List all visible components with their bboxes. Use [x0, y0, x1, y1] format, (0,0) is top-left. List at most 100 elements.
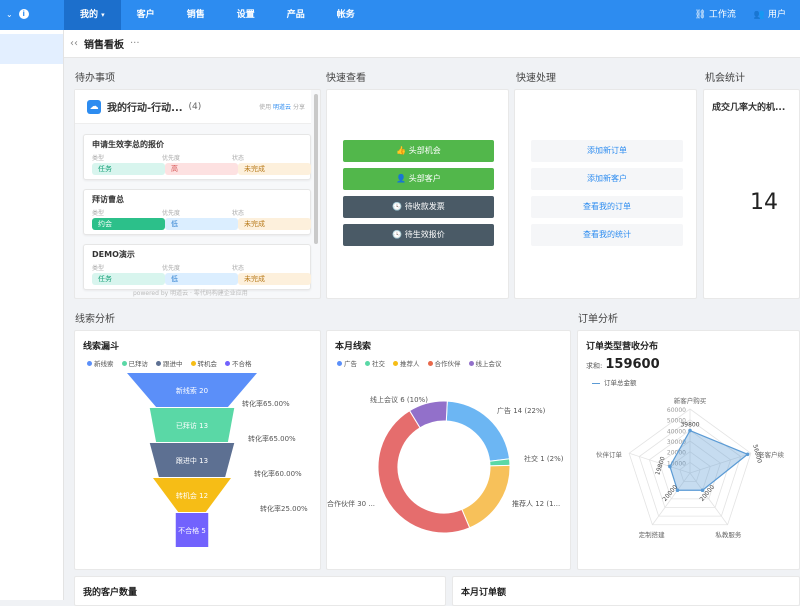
donut-slice-label: 社交 1 (2%)	[524, 454, 564, 463]
section-title-quick-handle: 快速处理	[516, 73, 556, 84]
monthly-orders-card: 本月订单额	[452, 576, 800, 606]
legend-line-icon	[592, 382, 600, 384]
conversion-rate-label: 转化率25.00%	[260, 504, 308, 513]
radar-point[interactable]	[668, 464, 672, 469]
opportunity-value: 14	[750, 190, 778, 215]
add-order-button[interactable]: 添加新订单	[531, 140, 683, 162]
conversion-rate-label: 转化率65.00%	[242, 399, 290, 408]
page-title: 销售看板	[84, 40, 124, 51]
type-tag: 任务	[92, 163, 165, 175]
section-title-orders: 订单分析	[578, 314, 618, 325]
donut-slice-label: 合作伙伴 30 ...	[327, 499, 375, 508]
funnel-chart: 新线索 20 已拜访 13 跟进中 13 转机会 12 不合格 5 转化率65.00% 转化…	[127, 373, 308, 547]
workflow-link[interactable]: ⛓ 工作流	[695, 0, 736, 30]
pending-invoices-button[interactable]: 🕓 待收款发票	[343, 196, 494, 218]
nav-item-products[interactable]: 产品	[271, 0, 321, 30]
task-title: DEMO演示	[92, 250, 135, 259]
radar-tick-label: 60000	[667, 407, 686, 414]
users-link[interactable]: 👥 用户	[754, 0, 786, 30]
legend-item[interactable]: 合作伙伴	[427, 358, 461, 368]
task-card[interactable]: 申请生效李总的报价 类型 优先度 状态 任务 高 未完成	[83, 134, 311, 180]
todo-powered: 使用 明道云 分享	[259, 104, 305, 111]
opportunity-title: 成交几率大的机...	[712, 103, 786, 113]
status-tag: 未完成	[238, 218, 311, 230]
funnel-stage-label: 不合格 5	[178, 526, 206, 535]
sidebar	[0, 30, 64, 600]
radar-tick-label: 40000	[667, 428, 686, 435]
chart-legend: 广告 社交 推荐人 合作伙伴 线上会议	[337, 358, 502, 368]
chevron-down-icon: ▾	[101, 11, 105, 19]
main-nav: 我的 ▾ 客户 销售 设置 产品 帐务	[64, 0, 371, 30]
section-title-opportunity: 机会统计	[705, 73, 745, 84]
todo-count: (4)	[188, 101, 202, 112]
cloud-icon: ☁	[87, 99, 101, 114]
priority-tag: 高	[165, 163, 238, 175]
donut-slice[interactable]	[461, 464, 511, 529]
task-card[interactable]: DEMO演示 类型 优先度 状态 任务 低 未完成	[83, 244, 311, 290]
thumbs-up-icon: 👍	[396, 146, 407, 155]
more-icon[interactable]: ···	[130, 38, 140, 49]
funnel-stage-label: 跟进中 13	[176, 456, 208, 465]
radar-point[interactable]	[745, 452, 750, 457]
status-tag: 未完成	[238, 273, 311, 285]
legend-item[interactable]: 线上会议	[468, 358, 502, 368]
clock-icon: 🕓	[392, 230, 403, 239]
todo-view-title[interactable]: 我的行动-行动...	[107, 99, 183, 114]
legend-item[interactable]: 新线索	[87, 358, 114, 368]
top-customers-button[interactable]: 👤 头部客户	[343, 168, 494, 190]
sidebar-selected-item[interactable]	[0, 34, 63, 64]
info-icon[interactable]: i	[18, 9, 29, 19]
opportunity-panel: 成交几率大的机... 14	[703, 89, 800, 299]
radar-legend[interactable]: 订单总金额	[592, 377, 637, 387]
section-title-todo: 待办事项	[75, 73, 115, 84]
mingdao-link[interactable]: 明道云	[273, 104, 291, 111]
radar-point-label: 39800	[680, 422, 699, 429]
todo-header: ☁ 我的行动-行动... (4) 使用 明道云 分享	[75, 90, 311, 124]
task-card[interactable]: 拜访曹总 类型 优先度 状态 约会 低 未完成	[83, 189, 311, 235]
conversion-rate-label: 转化率65.00%	[248, 434, 296, 443]
legend-item[interactable]: 社交	[365, 358, 385, 368]
radar-point[interactable]	[688, 428, 692, 433]
pending-quotes-button[interactable]: 🕓 待生效报价	[343, 224, 494, 246]
sum-value: 159600	[605, 357, 660, 372]
collapse-icon[interactable]: ‹‹	[70, 38, 78, 49]
users-icon: 👥	[753, 10, 766, 20]
view-orders-button[interactable]: 查看我的订单	[531, 196, 683, 218]
nav-item-customers[interactable]: 客户	[121, 0, 171, 30]
nav-item-sales[interactable]: 销售	[171, 0, 221, 30]
priority-tag: 低	[165, 218, 238, 230]
field-label: 状态	[232, 155, 245, 162]
funnel-stage-label: 新线索 20	[176, 386, 208, 395]
donut-slice-label: 广告 14 (22%)	[497, 406, 546, 415]
legend-item[interactable]: 广告	[337, 358, 357, 368]
nav-item-accounts[interactable]: 帐务	[321, 0, 371, 30]
type-tag: 约会	[92, 218, 165, 230]
sum-row: 求和: 159600	[586, 357, 660, 372]
nav-item-mine[interactable]: 我的 ▾	[64, 0, 121, 30]
section-title-leads: 线索分析	[75, 314, 115, 325]
radar-axis-label: 伙伴订单	[596, 450, 623, 459]
sum-label: 求和:	[586, 362, 603, 370]
legend-item[interactable]: 推荐人	[393, 358, 420, 368]
section-title-quick-view: 快速查看	[326, 73, 366, 84]
radar-chart-card: 订单类型营收分布 求和: 159600 订单总金额 60000 50000 4000…	[577, 330, 800, 570]
view-stats-button[interactable]: 查看我的统计	[531, 224, 683, 246]
donut-slice[interactable]	[377, 409, 471, 534]
status-tag: 未完成	[238, 163, 311, 175]
add-customer-button[interactable]: 添加新客户	[531, 168, 683, 190]
type-tag: 任务	[92, 273, 165, 285]
field-label: 类型	[92, 265, 105, 272]
legend-item[interactable]: 不合格	[225, 358, 252, 368]
field-label: 优先度	[162, 210, 181, 217]
radar-chart: 6000050000400003000020000100003980056800…	[596, 396, 785, 539]
task-title: 申请生效李总的报价	[92, 140, 164, 149]
chevron-down-icon[interactable]: ⌄	[6, 10, 13, 19]
powered-watermark: powered by 明道云 · 零代码构建企业应用	[133, 290, 248, 297]
todo-scrollbar[interactable]	[314, 94, 318, 244]
nav-item-settings[interactable]: 设置	[221, 0, 271, 30]
legend-item[interactable]: 转机会	[190, 358, 217, 368]
legend-item[interactable]: 跟进中	[156, 358, 183, 368]
quick-view-panel: 👍 头部机会 👤 头部客户 🕓 待收款发票 🕓 待生效报价	[326, 89, 509, 299]
legend-item[interactable]: 已拜访	[121, 358, 148, 368]
top-opportunities-button[interactable]: 👍 头部机会	[343, 140, 494, 162]
